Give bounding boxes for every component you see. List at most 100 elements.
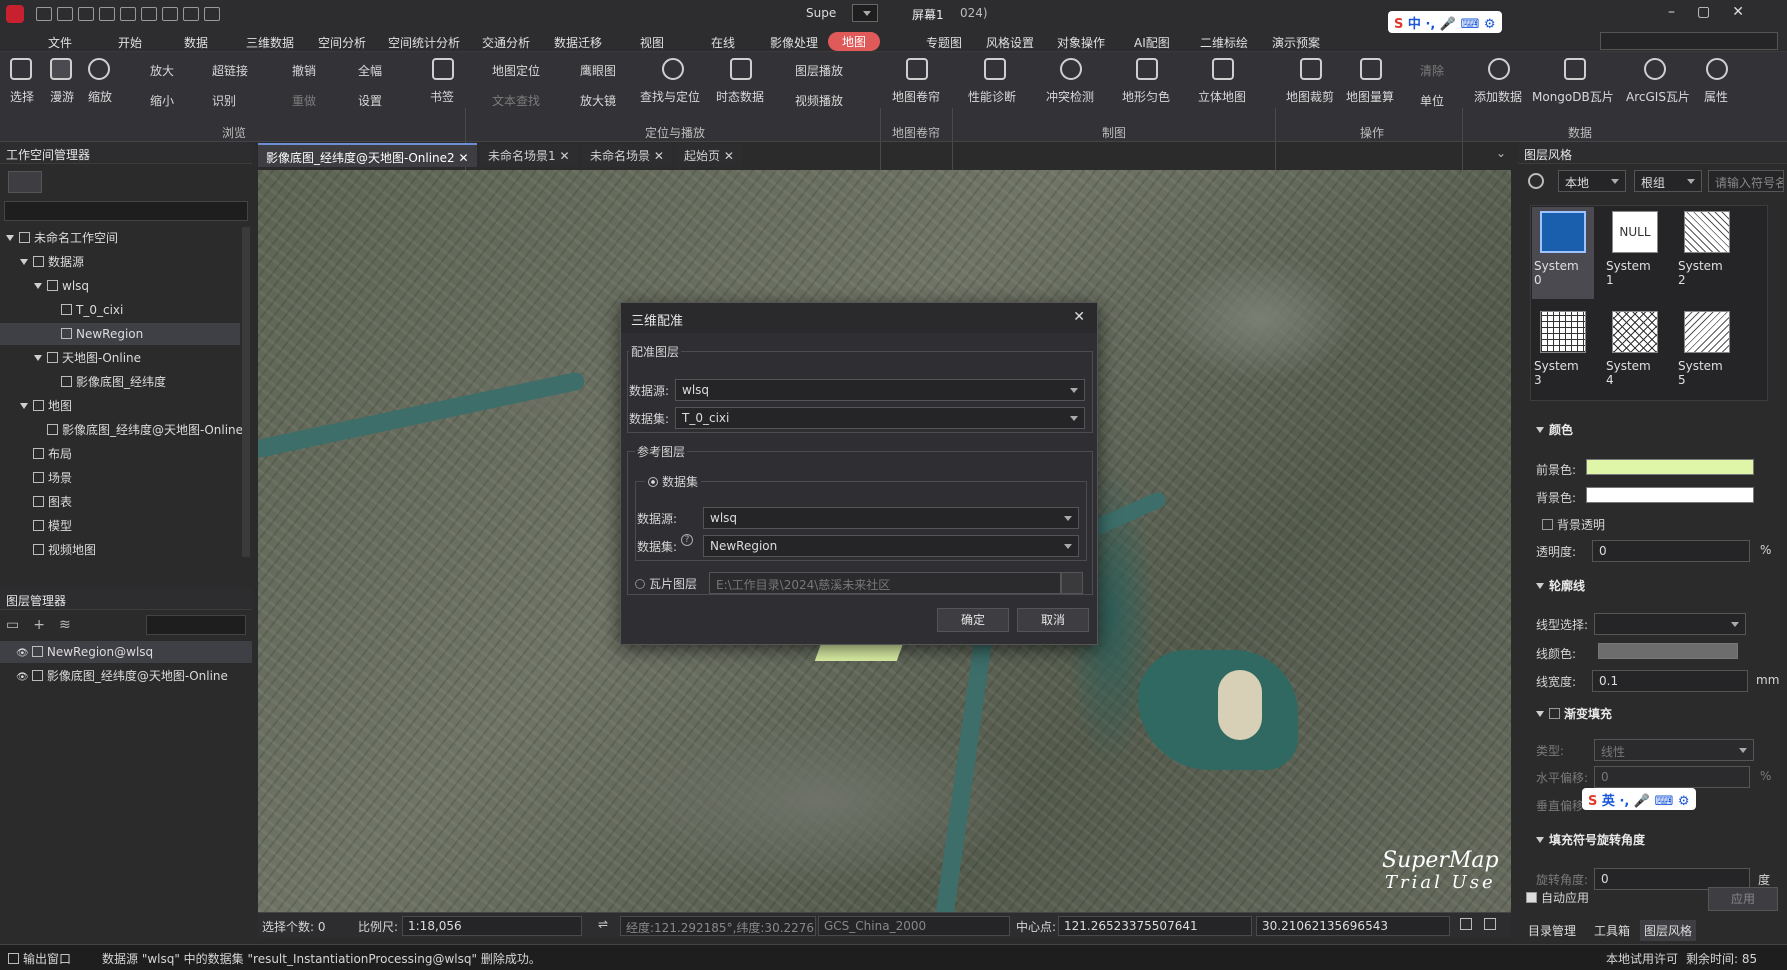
zoom-icon[interactable] — [88, 58, 110, 80]
workspace-tree-item[interactable]: 视频地图 — [0, 539, 240, 561]
ime-toolbar-top[interactable]: S 中 ·, 🎤 ⌨ ⚙ — [1388, 11, 1502, 33]
doc-tab[interactable]: 未命名场景 ✕ — [582, 143, 672, 167]
expand-arrow-icon[interactable] — [34, 355, 42, 361]
video-play-button[interactable]: 视频播放 — [795, 92, 843, 109]
workspace-tree-item[interactable]: NewRegion — [0, 323, 240, 345]
panel-bottom-tab[interactable]: 工具箱 — [1590, 920, 1634, 941]
new-icon[interactable] — [36, 7, 52, 21]
find-locate-button[interactable]: 查找与定位 — [640, 88, 700, 105]
menu-15[interactable]: AI配图 — [1134, 34, 1170, 51]
zoom-out-icon[interactable] — [162, 7, 178, 21]
workspace-tree-item[interactable]: 影像底图_经纬度 — [0, 371, 240, 393]
menu-12[interactable]: 专题图 — [926, 34, 962, 51]
workspace-tree-item[interactable]: 天地图-Online — [0, 347, 240, 369]
undo-button[interactable]: 撤销 — [292, 62, 316, 79]
ok-button[interactable]: 确定 — [937, 608, 1009, 632]
menu-5[interactable]: 空间统计分析 — [388, 34, 460, 51]
minimize-icon[interactable]: – — [1668, 4, 1697, 20]
dialog-close-icon[interactable]: ✕ — [1073, 309, 1085, 325]
workspace-search-input[interactable] — [4, 201, 248, 221]
measure-button[interactable]: 地图量算 — [1346, 88, 1394, 105]
ribbon-search[interactable] — [1600, 32, 1778, 50]
workspace-tree-item[interactable]: 未命名工作空间 — [0, 227, 240, 249]
pan-icon[interactable] — [50, 58, 72, 80]
outline-section[interactable]: 轮廓线 — [1536, 577, 1585, 594]
temporal-icon[interactable] — [730, 58, 752, 80]
color-section[interactable]: 颜色 — [1536, 421, 1573, 438]
workspace-tree-item[interactable]: 场景 — [0, 467, 240, 489]
target-icon[interactable] — [1528, 173, 1544, 189]
menu-4[interactable]: 空间分析 — [318, 34, 366, 51]
visibility-icon[interactable]: 👁 — [16, 648, 32, 659]
panel-bottom-tab[interactable]: 图层风格 — [1640, 920, 1697, 941]
menu-0[interactable]: 文件 — [48, 34, 72, 51]
apply-button[interactable]: 应用 — [1708, 887, 1778, 911]
line-color-picker[interactable] — [1598, 643, 1738, 659]
full-extent-button[interactable]: 全幅 — [358, 62, 382, 79]
tab-overflow-icon[interactable]: ⌄ — [1496, 146, 1506, 160]
arcgis-icon[interactable] — [1644, 58, 1666, 80]
doc-tab[interactable]: 未命名场景1 ✕ — [480, 143, 578, 167]
local-select[interactable]: 本地 — [1558, 170, 1626, 192]
zoom-button[interactable]: 缩放 — [88, 88, 112, 105]
mongodb-icon[interactable] — [1564, 58, 1586, 80]
workspace-tree-item[interactable]: 地图 — [0, 395, 240, 417]
bookmark-button[interactable]: 书签 — [430, 88, 454, 105]
layer-item[interactable]: 👁 NewRegion@wlsq — [0, 641, 252, 663]
new-region-polygon[interactable] — [814, 643, 904, 661]
output-window-button[interactable]: 输出窗口 — [8, 950, 71, 967]
add-data-button[interactable]: 添加数据 — [1474, 88, 1522, 105]
workspace-tree-item[interactable]: 图表 — [0, 491, 240, 513]
workspace-tab-icon[interactable] — [8, 171, 42, 193]
auto-apply-checkbox[interactable]: 自动应用 — [1526, 889, 1589, 906]
workspace-tree-item[interactable]: 影像底图_经纬度@天地图-Online — [0, 419, 243, 441]
root-select[interactable]: 根组 — [1634, 170, 1702, 192]
stereo-icon[interactable] — [1212, 58, 1234, 80]
clip-icon[interactable] — [1300, 58, 1322, 80]
browse-folder-icon[interactable] — [1061, 572, 1083, 594]
doc-tab[interactable]: 影像底图_经纬度@天地图-Online2 ✕ — [258, 143, 477, 167]
target-datasource-select[interactable]: wlsq — [675, 379, 1085, 401]
layer-search-input[interactable] — [146, 615, 246, 635]
scale-select[interactable]: 1:18,056 — [402, 916, 582, 936]
expand-arrow-icon[interactable] — [34, 283, 42, 289]
line-width-input[interactable]: 0.1 — [1592, 670, 1748, 692]
menu-16[interactable]: 二维标绘 — [1200, 34, 1248, 51]
symbol-search-input[interactable]: 请输入符号名称 — [1708, 170, 1784, 192]
menu-11[interactable]: 地图 — [828, 32, 881, 51]
tab-close-icon[interactable]: ✕ — [720, 149, 734, 163]
resource-tab-icon[interactable] — [52, 171, 86, 193]
terrain-button[interactable]: 地形匀色 — [1122, 88, 1170, 105]
tile-path-input[interactable]: E:\工作目录\2024\慈溪未来社区 — [709, 572, 1061, 594]
select-icon[interactable] — [10, 58, 32, 80]
tab-close-icon[interactable]: ✕ — [556, 149, 569, 163]
pan-button[interactable]: 漫游 — [50, 88, 74, 105]
hand-icon[interactable] — [120, 7, 136, 21]
redo-button[interactable]: 重做 — [292, 92, 316, 109]
terrain-icon[interactable] — [1136, 58, 1158, 80]
grad-type-select[interactable]: 线性 — [1594, 739, 1754, 761]
text-search-button[interactable]: 文本查找 — [492, 92, 540, 109]
perf-icon[interactable] — [984, 58, 1006, 80]
copy-icon[interactable] — [1460, 918, 1472, 930]
identify-button[interactable]: 识别 — [212, 92, 236, 109]
menu-10[interactable]: 影像处理 — [770, 34, 818, 51]
save-icon[interactable] — [78, 7, 94, 21]
bookmark-icon[interactable] — [432, 58, 454, 80]
bg-transparent-checkbox[interactable]: 背景透明 — [1542, 516, 1605, 533]
menu-3[interactable]: 三维数据 — [246, 34, 294, 51]
magnifier-button[interactable]: 放大镜 — [580, 92, 616, 109]
expand-arrow-icon[interactable] — [6, 235, 14, 241]
open-icon[interactable] — [57, 7, 73, 21]
measure-icon[interactable] — [1360, 58, 1382, 80]
workspace-tree-item[interactable]: 布局 — [0, 443, 240, 465]
bg-color-picker[interactable] — [1586, 487, 1754, 503]
map-roll-button[interactable]: 地图卷帘 — [892, 88, 940, 105]
expand-arrow-icon[interactable] — [20, 403, 28, 409]
h-offset-input[interactable]: 0 — [1594, 766, 1750, 788]
opacity-input[interactable]: 0 — [1592, 540, 1750, 562]
stereo-button[interactable]: 立体地图 — [1198, 88, 1246, 105]
hyperlink-button[interactable]: 超链接 — [212, 62, 248, 79]
find-locate-icon[interactable] — [662, 58, 684, 80]
paste-icon[interactable] — [1484, 918, 1496, 930]
